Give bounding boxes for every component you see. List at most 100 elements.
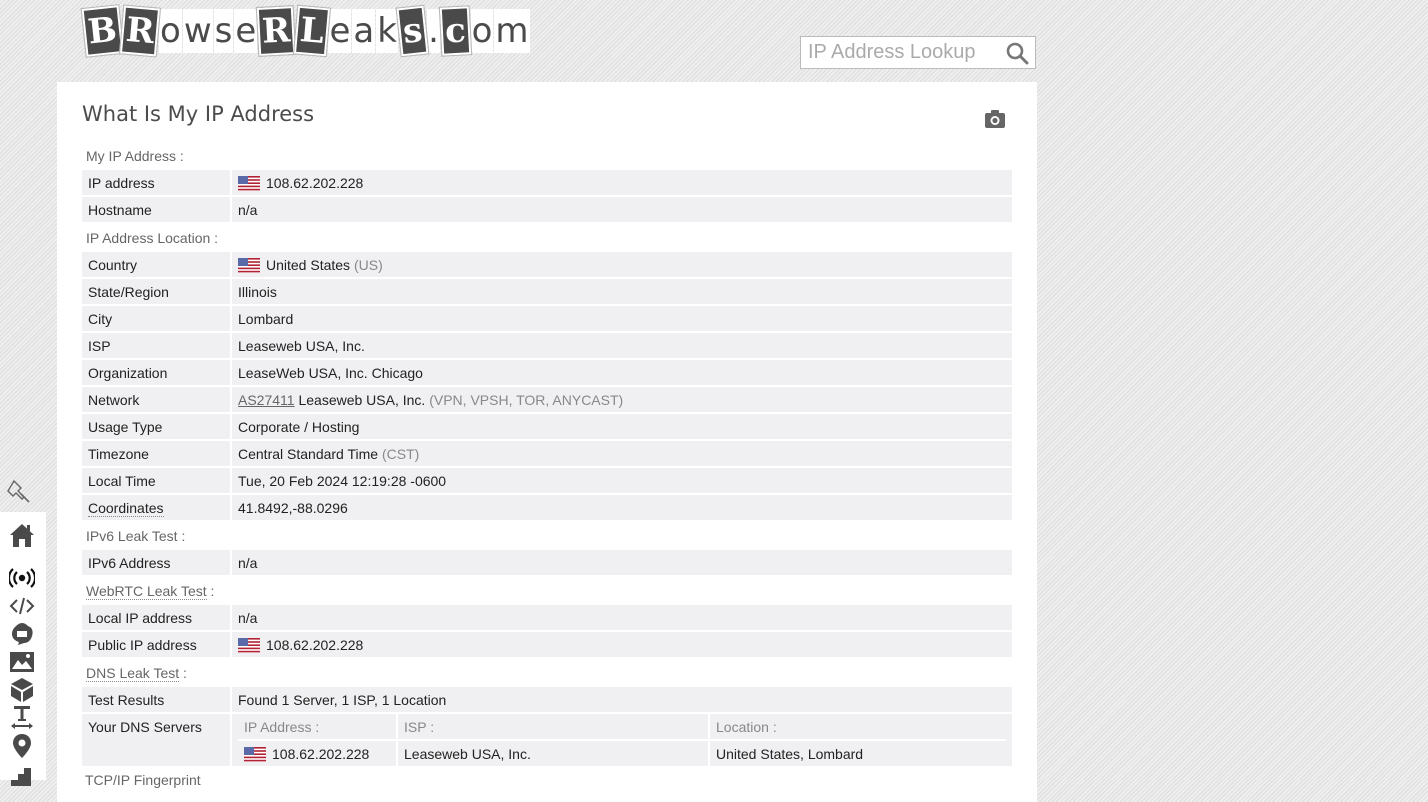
logo-letter: a <box>352 9 376 53</box>
row-label: Usage Type <box>82 414 232 439</box>
page-title: What Is My IP Address <box>82 102 315 126</box>
row-value: Leaseweb USA, Inc. <box>232 333 1012 358</box>
dns-leak-link[interactable]: DNS Leak Test <box>86 665 180 682</box>
dns-servers-table: IP Address : ISP : Location : 108.62.202… <box>238 714 1006 766</box>
geolocation-pin-icon[interactable] <box>9 733 35 759</box>
ip-info-table: My IP Address : IP address 108.62.202.22… <box>82 140 1012 768</box>
logo-letter: s <box>213 9 234 53</box>
ip-lookup-search <box>800 36 1036 69</box>
ip-broadcast-icon[interactable] <box>9 565 35 591</box>
column-header: IP Address : <box>238 714 398 741</box>
dns-location-cell: United States, Lombard <box>710 741 1006 766</box>
timezone-value: Central Standard Time <box>238 445 379 462</box>
logo-letter: B <box>81 5 124 57</box>
asn-link[interactable]: AS27411 <box>238 392 295 408</box>
row-label: Country <box>82 252 232 277</box>
table-row: Coordinates 41.8492,-88.0296 <box>82 495 1012 520</box>
stairs-icon[interactable] <box>9 760 35 786</box>
camera-icon[interactable] <box>984 109 1006 129</box>
row-value: United States (US) <box>232 252 1012 277</box>
site-logo[interactable]: B R o w s e R L e a k s . c o m <box>81 0 530 62</box>
logo-letter: . <box>427 9 440 53</box>
ip-lookup-input[interactable] <box>801 37 1003 68</box>
logo-letter: c <box>439 6 471 56</box>
section-heading: My IP Address : <box>86 148 184 164</box>
canvas-fingerprint-icon[interactable] <box>9 621 35 647</box>
logo-letter: m <box>494 9 530 53</box>
row-label: Test Results <box>82 687 232 712</box>
row-value: n/a <box>232 550 1012 575</box>
code-icon[interactable] <box>9 593 35 619</box>
logo-letter: R <box>257 6 296 56</box>
section-heading-tcpip: TCP/IP Fingerprint <box>85 772 201 788</box>
row-value: 108.62.202.228 <box>232 632 1012 657</box>
section-heading: WebRTC Leak Test : <box>82 577 1012 603</box>
table-row: IP address 108.62.202.228 <box>82 170 1012 195</box>
font-text-width-icon[interactable] <box>9 705 35 731</box>
row-value: AS27411 Leaseweb USA, Inc. (VPN, VPSH, T… <box>232 387 1012 412</box>
row-label: State/Region <box>82 279 232 304</box>
dns-ip-value: 108.62.202.228 <box>272 745 370 762</box>
row-value: n/a <box>232 197 1012 222</box>
row-value: LeaseWeb USA, Inc. Chicago <box>232 360 1012 385</box>
webrtc-link[interactable]: WebRTC Leak Test <box>86 583 207 600</box>
logo-letter: L <box>293 5 330 57</box>
row-label: Hostname <box>82 197 232 222</box>
section-heading: IP Address Location : <box>86 230 219 246</box>
section-heading: DNS Leak Test : <box>82 659 1012 685</box>
row-value: 41.8492,-88.0296 <box>232 495 1012 520</box>
section-my-ip: My IP Address : <box>82 142 1012 168</box>
table-row: Timezone Central Standard Time (CST) <box>82 441 1012 466</box>
row-label: Timezone <box>82 441 232 466</box>
dns-servers-cell: IP Address : ISP : Location : 108.62.202… <box>232 714 1012 766</box>
row-label: Local IP address <box>82 605 232 630</box>
table-row: State/Region Illinois <box>82 279 1012 304</box>
us-flag-icon <box>238 637 260 653</box>
row-value: Central Standard Time (CST) <box>232 441 1012 466</box>
section-webrtc: WebRTC Leak Test : <box>82 577 1012 603</box>
row-label: Network <box>82 387 232 412</box>
heading-colon: : <box>206 583 215 599</box>
heading-colon: : <box>179 665 187 681</box>
logo-letter: w <box>182 9 213 53</box>
dns-header-row: IP Address : ISP : Location : <box>238 714 1006 741</box>
home-icon[interactable] <box>9 522 35 548</box>
row-value: Tue, 20 Feb 2024 12:19:28 -0600 <box>232 468 1012 493</box>
country-value: United States <box>266 256 351 273</box>
us-flag-icon <box>244 746 266 762</box>
logo-letter: R <box>119 5 161 57</box>
section-dns: DNS Leak Test : <box>82 659 1012 685</box>
section-ipv6: IPv6 Leak Test : <box>82 522 1012 548</box>
row-value: Illinois <box>232 279 1012 304</box>
row-label: IP address <box>82 170 232 195</box>
table-row: Usage Type Corporate / Hosting <box>82 414 1012 439</box>
logo-letter: o <box>470 9 494 53</box>
timezone-abbr: (CST) <box>381 445 420 462</box>
row-label: Your DNS Servers <box>82 714 232 766</box>
coordinates-label[interactable]: Coordinates <box>88 499 164 517</box>
logo-letter: e <box>328 9 352 53</box>
search-icon[interactable] <box>1005 41 1029 65</box>
table-row: ISP Leaseweb USA, Inc. <box>82 333 1012 358</box>
row-label: IPv6 Address <box>82 550 232 575</box>
main-panel: What Is My IP Address My IP Address : IP… <box>57 82 1037 802</box>
pin-icon[interactable] <box>5 478 31 504</box>
row-value: n/a <box>232 605 1012 630</box>
row-value: Corporate / Hosting <box>232 414 1012 439</box>
table-row: Country United States (US) <box>82 252 1012 277</box>
network-tags: (VPN, VPSH, TOR, ANYCAST) <box>429 391 624 408</box>
image-icon[interactable] <box>9 649 35 675</box>
row-label: Local Time <box>82 468 232 493</box>
table-row: City Lombard <box>82 306 1012 331</box>
dns-server-row: 108.62.202.228 Leaseweb USA, Inc. United… <box>238 741 1006 766</box>
dns-isp-cell: Leaseweb USA, Inc. <box>398 741 710 766</box>
dns-ip-cell: 108.62.202.228 <box>238 741 398 766</box>
row-label: Coordinates <box>82 495 232 520</box>
network-value: Leaseweb USA, Inc. <box>298 391 426 408</box>
logo-letter: s <box>396 5 429 57</box>
row-value: Found 1 Server, 1 ISP, 1 Location <box>232 687 1012 712</box>
us-flag-icon <box>238 175 260 191</box>
logo-letter: e <box>234 9 258 53</box>
table-row: Test Results Found 1 Server, 1 ISP, 1 Lo… <box>82 687 1012 712</box>
webgl-cube-icon[interactable] <box>9 677 35 703</box>
